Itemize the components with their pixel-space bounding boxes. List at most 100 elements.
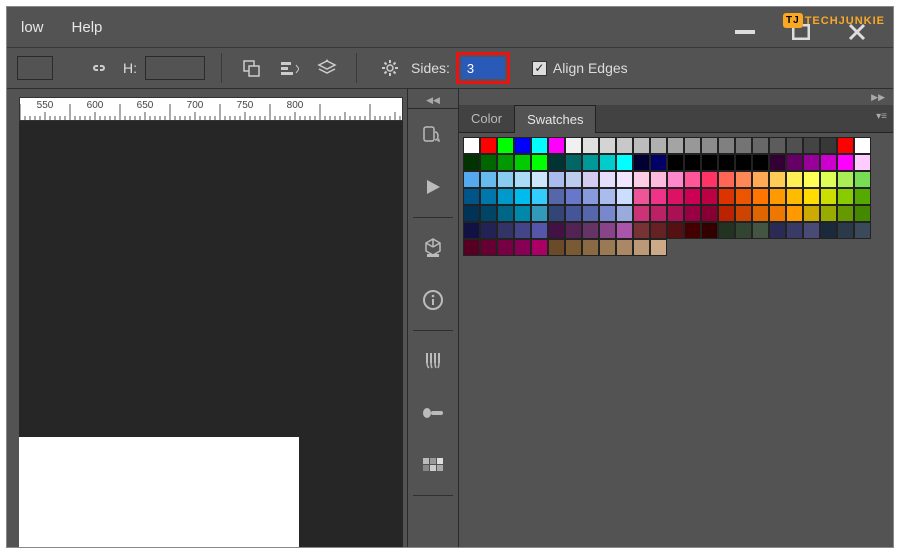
swatch[interactable] [803, 188, 820, 205]
swatch[interactable] [752, 154, 769, 171]
swatch[interactable] [480, 222, 497, 239]
swatch[interactable] [582, 137, 599, 154]
swatch[interactable] [633, 154, 650, 171]
swatch[interactable] [718, 171, 735, 188]
swatch[interactable] [735, 188, 752, 205]
swatch[interactable] [820, 171, 837, 188]
option-box[interactable] [17, 56, 53, 80]
swatch[interactable] [752, 205, 769, 222]
swatch[interactable] [786, 205, 803, 222]
swatch[interactable] [820, 154, 837, 171]
swatch[interactable] [599, 188, 616, 205]
swatch[interactable] [854, 171, 871, 188]
swatch[interactable] [650, 171, 667, 188]
swatch[interactable] [718, 222, 735, 239]
swatch[interactable] [463, 154, 480, 171]
swatch[interactable] [497, 171, 514, 188]
swatch[interactable] [548, 188, 565, 205]
swatch[interactable] [803, 222, 820, 239]
swatch[interactable] [769, 188, 786, 205]
swatch[interactable] [565, 239, 582, 256]
swatch[interactable] [633, 205, 650, 222]
swatch[interactable] [616, 154, 633, 171]
swatch[interactable] [633, 239, 650, 256]
panel-menu-icon[interactable]: ▾≡ [876, 111, 887, 122]
swatch[interactable] [582, 154, 599, 171]
swatch[interactable] [514, 171, 531, 188]
swatch[interactable] [837, 171, 854, 188]
swatch[interactable] [582, 239, 599, 256]
swatch[interactable] [769, 171, 786, 188]
swatch[interactable] [684, 222, 701, 239]
swatch[interactable] [531, 171, 548, 188]
swatch[interactable] [582, 222, 599, 239]
swatch[interactable] [514, 205, 531, 222]
swatch[interactable] [599, 239, 616, 256]
swatch[interactable] [735, 222, 752, 239]
swatch[interactable] [752, 188, 769, 205]
swatch[interactable] [599, 137, 616, 154]
swatch[interactable] [854, 222, 871, 239]
height-field[interactable] [145, 56, 205, 80]
swatch[interactable] [667, 205, 684, 222]
swatch[interactable] [701, 137, 718, 154]
swatch[interactable] [548, 171, 565, 188]
swatch[interactable] [854, 205, 871, 222]
swatch[interactable] [837, 205, 854, 222]
swatch[interactable] [854, 137, 871, 154]
swatch[interactable] [480, 188, 497, 205]
swatch[interactable] [514, 222, 531, 239]
swatch[interactable] [599, 205, 616, 222]
swatch[interactable] [633, 137, 650, 154]
swatch[interactable] [480, 137, 497, 154]
swatch[interactable] [480, 205, 497, 222]
swatch[interactable] [531, 137, 548, 154]
gear-icon[interactable] [377, 55, 403, 81]
swatch[interactable] [718, 188, 735, 205]
swatch[interactable] [548, 137, 565, 154]
history-icon[interactable] [413, 115, 453, 155]
swatch[interactable] [820, 137, 837, 154]
swatch[interactable] [701, 205, 718, 222]
swatch[interactable] [803, 171, 820, 188]
swatch[interactable] [786, 137, 803, 154]
swatch[interactable] [548, 239, 565, 256]
swatch[interactable] [531, 205, 548, 222]
swatch[interactable] [820, 205, 837, 222]
swatch[interactable] [735, 154, 752, 171]
swatch[interactable] [548, 222, 565, 239]
swatch[interactable] [701, 154, 718, 171]
swatch[interactable] [582, 171, 599, 188]
swatch[interactable] [616, 239, 633, 256]
swatch[interactable] [718, 154, 735, 171]
canvas-area[interactable] [19, 121, 403, 547]
swatch[interactable] [514, 154, 531, 171]
swatch[interactable] [565, 222, 582, 239]
swatch[interactable] [837, 154, 854, 171]
swatch[interactable] [480, 239, 497, 256]
swatch[interactable] [565, 188, 582, 205]
document-canvas[interactable] [19, 437, 299, 547]
swatch[interactable] [803, 205, 820, 222]
collapse-arrows-icon[interactable]: ◀◀ [408, 93, 458, 109]
swatch[interactable] [497, 188, 514, 205]
swatch[interactable] [565, 205, 582, 222]
swatch[interactable] [650, 222, 667, 239]
swatch[interactable] [548, 154, 565, 171]
swatch[interactable] [633, 188, 650, 205]
swatch[interactable] [599, 171, 616, 188]
swatch[interactable] [786, 188, 803, 205]
swatch[interactable] [616, 137, 633, 154]
tab-swatches[interactable]: Swatches [514, 105, 596, 133]
swatch[interactable] [769, 137, 786, 154]
menu-help[interactable]: Help [58, 11, 117, 44]
swatch[interactable] [786, 222, 803, 239]
swatch[interactable] [837, 137, 854, 154]
swatch[interactable] [582, 205, 599, 222]
swatch[interactable] [803, 154, 820, 171]
swatch[interactable] [667, 188, 684, 205]
swatch[interactable] [718, 205, 735, 222]
swatch[interactable] [531, 188, 548, 205]
swatch[interactable] [514, 239, 531, 256]
brushes-icon[interactable] [413, 341, 453, 381]
